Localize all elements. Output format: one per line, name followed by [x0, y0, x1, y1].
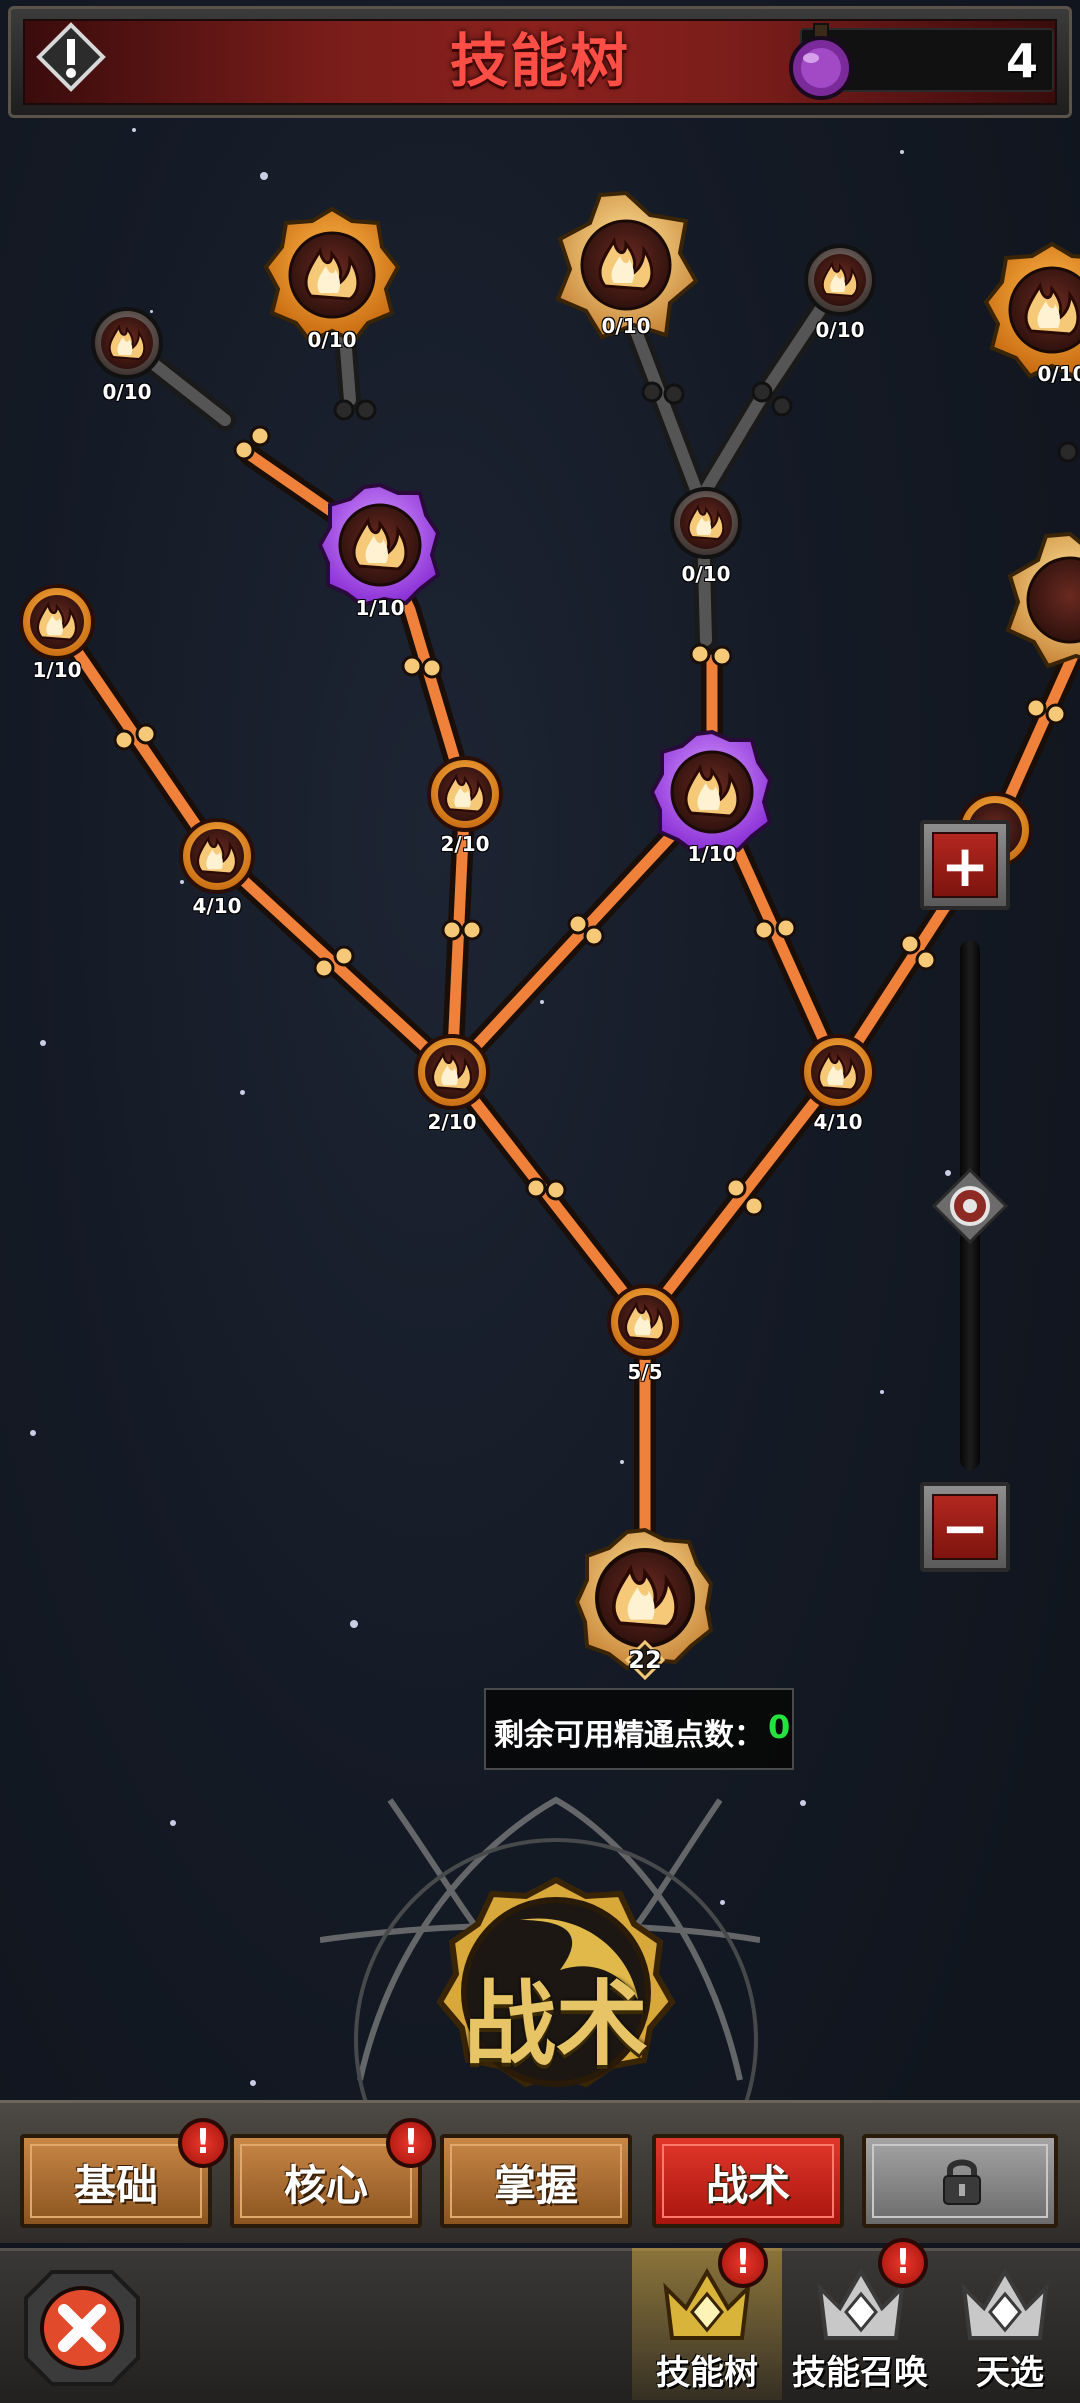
node-edge-right: [983, 241, 1080, 379]
node-edge-right-gold: [1005, 531, 1080, 669]
node-purple-right: [649, 729, 773, 855]
node-left-fork: [414, 1034, 490, 1110]
node-label: 0/10: [815, 318, 865, 342]
zoom-out-button[interactable]: −: [920, 1482, 1010, 1572]
zoom-slider-handle[interactable]: [932, 1168, 1008, 1244]
node-label: 0/10: [681, 562, 731, 586]
mastery-points-box: 剩余可用精通点数： 0: [484, 1688, 794, 1770]
tab-label: 基础: [73, 2161, 158, 2210]
tab-locked[interactable]: [862, 2134, 1058, 2228]
active-paths: [46, 444, 1080, 1611]
alert-badge: !: [386, 2118, 436, 2168]
mastery-points-label: 剩余可用精通点数：: [494, 1718, 764, 1753]
node-right-fork: [800, 1034, 876, 1110]
node-label: 4/10: [813, 1110, 863, 1134]
alert-badge: !: [878, 2238, 928, 2288]
tab-tactics[interactable]: 战术: [652, 2134, 844, 2228]
node-purple-left: [317, 482, 441, 608]
node-label: 1/10: [687, 842, 737, 866]
node-label: 0/10: [307, 328, 357, 352]
tab-label: 掌握: [493, 2161, 578, 2210]
node-label: 0/10: [1037, 362, 1080, 386]
node-mid-dark: [670, 487, 742, 559]
node-trunk: [607, 1284, 683, 1360]
node-label: 1/10: [32, 658, 82, 682]
chosen-icon: [961, 2268, 1049, 2340]
close-icon[interactable]: [22, 2268, 142, 2388]
nav-label: 天选: [976, 2353, 1044, 2393]
node-label: 0/10: [601, 314, 651, 338]
node-label: 4/10: [192, 894, 242, 918]
alert-badge: !: [178, 2118, 228, 2168]
node-top-right-small: [804, 244, 876, 316]
plus-icon: +: [940, 832, 990, 900]
tab-label: 核心: [283, 2161, 368, 2210]
alert-badge: !: [718, 2238, 768, 2288]
node-label: 2/10: [440, 832, 490, 856]
tactic-emblem-label: 战术: [463, 1971, 649, 2078]
node-left-branch: [179, 818, 255, 894]
node-label: 22: [628, 1646, 662, 1674]
node-label: 0/10: [102, 380, 152, 404]
node-label: 5/5: [627, 1360, 663, 1384]
tab-label: 战术: [705, 2161, 790, 2210]
node-mid-left: [427, 756, 503, 832]
tab-mastery[interactable]: 掌握: [440, 2134, 632, 2228]
zoom-in-button[interactable]: +: [920, 820, 1010, 910]
node-top-left-small: [91, 307, 163, 379]
node-label: 2/10: [427, 1110, 477, 1134]
nav-label: 技能召唤: [792, 2353, 928, 2393]
node-far-left: [19, 584, 95, 660]
node-label: 1/10: [355, 596, 405, 620]
node-top-left-gold: [263, 206, 401, 344]
mastery-points-value: 0: [768, 1708, 791, 1746]
nav-label: 技能树: [656, 2353, 758, 2393]
minus-icon: −: [940, 1494, 990, 1562]
nav-chosen[interactable]: 天选: [940, 2248, 1080, 2400]
lock-icon: [943, 2159, 981, 2205]
